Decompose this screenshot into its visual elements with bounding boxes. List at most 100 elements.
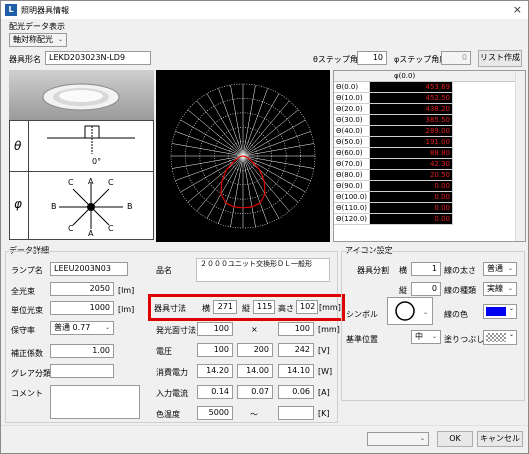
split-h-label: 横: [399, 266, 407, 275]
table-row[interactable]: Θ(10.0) 452.50: [334, 92, 453, 105]
axis-letter-b1: B: [51, 202, 57, 211]
fixture-name-label: 器具形名: [9, 55, 41, 64]
fixture-name-field[interactable]: LEKD203023N-LD9: [45, 51, 151, 65]
width-field[interactable]: 271: [213, 300, 237, 314]
flux-label: 全光束: [11, 287, 35, 296]
line-type-label: 線の種類: [444, 286, 476, 295]
row-angle: Θ(20.0): [334, 103, 371, 116]
distribution-group-label: 配光データ表示: [9, 22, 65, 31]
height-label: 高さ: [278, 304, 294, 313]
distribution-mode-select[interactable]: 軸対称配光 ⌄: [9, 33, 67, 47]
theta-step-field[interactable]: 10: [357, 51, 387, 65]
current-field-2[interactable]: 0.07: [237, 385, 273, 399]
row-value: 0.00: [369, 180, 453, 193]
lamp-label: ランプ名: [11, 266, 43, 275]
table-row[interactable]: Θ(90.0) 0.00: [334, 180, 453, 193]
footer-select[interactable]: ⌄: [367, 432, 429, 446]
fill-select[interactable]: ⌄: [483, 330, 517, 345]
current-field-1[interactable]: 0.14: [197, 385, 233, 399]
power-unit: [W]: [318, 367, 333, 376]
row-value: 0.00: [369, 202, 453, 215]
flux-unit: [lm]: [118, 286, 135, 295]
comment-field[interactable]: [50, 385, 140, 419]
ok-button[interactable]: OK: [437, 431, 473, 447]
line-width-select[interactable]: 普通 ⌄: [483, 262, 517, 276]
dimension-unit: [mm]: [319, 303, 341, 312]
flux-field[interactable]: 2050: [50, 282, 114, 296]
intensity-rows: Θ(0.0) 453.69 Θ(10.0) 452.50 Θ(20.0) 438.20 Θ(…: [334, 82, 453, 226]
power-field-2[interactable]: 14.00: [237, 364, 273, 378]
correction-field[interactable]: 1.00: [50, 344, 114, 358]
table-row[interactable]: Θ(110.0) 0.00: [334, 202, 453, 215]
table-scrollbar[interactable]: [515, 71, 525, 241]
line-width-label: 線の太さ: [444, 266, 476, 275]
table-row[interactable]: Θ(0.0) 453.69: [334, 82, 453, 94]
circle-symbol-icon: ⌄: [395, 301, 428, 321]
cancel-button[interactable]: キャンセル: [477, 431, 523, 447]
chevron-down-icon: ⌄: [104, 324, 110, 331]
voltage-field-1[interactable]: 100: [197, 343, 233, 357]
power-field-1[interactable]: 14.20: [197, 364, 233, 378]
row-value: 385.50: [369, 114, 453, 127]
power-field-3[interactable]: 14.10: [278, 364, 314, 378]
row-value: 0.00: [369, 191, 453, 204]
dialog-window: L 照明器具情報 × 配光データ表示 軸対称配光 ⌄ 器具形名 LEKD20302…: [0, 0, 529, 454]
axis-letter-c3: C: [68, 224, 74, 233]
split-v-label: 縦: [399, 286, 407, 295]
downlight-image: [42, 83, 120, 111]
table-row[interactable]: Θ(100.0) 0.00: [334, 191, 453, 204]
current-field-3[interactable]: 0.06: [278, 385, 314, 399]
table-row[interactable]: Θ(40.0) 289.00: [334, 125, 453, 138]
row-angle: Θ(120.0): [334, 213, 371, 226]
phi-icon: φ: [14, 197, 22, 211]
table-row[interactable]: Θ(30.0) 385.50: [334, 114, 453, 127]
voltage-field-2[interactable]: 200: [237, 343, 273, 357]
row-angle: Θ(0.0): [334, 82, 371, 94]
voltage-label: 電圧: [156, 347, 172, 356]
axis-letter-c1: C: [68, 178, 74, 187]
phi-step-field[interactable]: 0: [441, 51, 471, 65]
intensity-table[interactable]: φ(0.0) Θ(0.0) 453.69 Θ(10.0) 452.50 Θ(20.0) 4…: [333, 70, 526, 242]
chevron-down-icon: ⌄: [507, 285, 513, 292]
polar-chart-svg: [170, 83, 316, 229]
product-field[interactable]: ２０００ユニット交換形ＤＬ一般形: [196, 258, 330, 282]
voltage-field-3[interactable]: 242: [278, 343, 314, 357]
line-color-select[interactable]: ⌄: [483, 304, 517, 319]
length-field[interactable]: 115: [253, 300, 275, 314]
table-row[interactable]: Θ(50.0) 191.00: [334, 136, 453, 149]
split-v-field[interactable]: 0: [411, 282, 441, 296]
height-field[interactable]: 102: [296, 300, 318, 314]
row-value: 191.00: [369, 136, 453, 149]
row-value: 438.20: [369, 103, 453, 116]
line-type-select[interactable]: 実線 ⌄: [483, 282, 517, 296]
emit-length-field[interactable]: 100: [278, 322, 314, 336]
split-h-field[interactable]: 1: [411, 262, 441, 276]
lamp-field[interactable]: LEEU2003N03: [50, 262, 128, 276]
current-label: 入力電流: [156, 389, 188, 398]
base-position-select[interactable]: 中 ⌄: [411, 330, 441, 344]
table-row[interactable]: Θ(20.0) 438.20: [334, 103, 453, 116]
table-row[interactable]: Θ(80.0) 20.50: [334, 169, 453, 182]
symbol-select[interactable]: ⌄: [387, 297, 433, 325]
create-list-button[interactable]: リスト作成: [478, 50, 522, 67]
emit-width-field[interactable]: 100: [197, 322, 233, 336]
table-header-phi: φ(0.0): [394, 72, 416, 80]
line-color-label: 線の色: [444, 310, 468, 319]
cct-min-field[interactable]: 5000: [197, 406, 233, 420]
row-angle: Θ(40.0): [334, 125, 371, 138]
cct-max-field[interactable]: [278, 406, 314, 420]
comment-label: コメント: [11, 389, 43, 398]
glare-field[interactable]: [50, 364, 114, 378]
chevron-down-icon: ⌄: [419, 435, 425, 442]
axis-letter-c4: C: [108, 224, 114, 233]
table-row[interactable]: Θ(60.0) 88.80: [334, 147, 453, 160]
maintenance-select[interactable]: 普通 0.77 ⌄: [50, 321, 114, 335]
unit-flux-field[interactable]: 1000: [50, 301, 114, 315]
table-row[interactable]: Θ(70.0) 42.30: [334, 158, 453, 171]
app-icon: L: [5, 4, 17, 16]
cct-tilde: 〜: [250, 410, 258, 419]
table-row[interactable]: Θ(120.0) 0.00: [334, 213, 453, 226]
fixture-photo: [9, 70, 154, 120]
row-angle: Θ(50.0): [334, 136, 371, 149]
close-icon[interactable]: ×: [513, 3, 522, 16]
